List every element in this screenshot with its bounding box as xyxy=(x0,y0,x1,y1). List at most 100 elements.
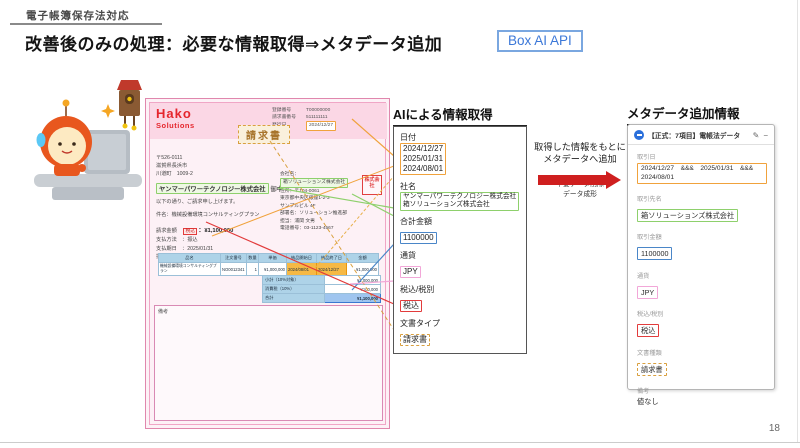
due-date-value: ：2025/01/31 xyxy=(182,245,214,252)
issuer-tel: 03-1123-4567 xyxy=(304,225,334,231)
field-value: 請求書 xyxy=(637,362,667,376)
field-value: JPY xyxy=(637,285,659,299)
field-value: 値なし xyxy=(637,397,659,407)
col-delivery-end: 納品終了日 xyxy=(316,253,347,263)
recipient-zip: 〒526-0111 xyxy=(156,155,183,161)
cell-item: 機械設備環境コンサルティングプラン xyxy=(158,262,221,276)
ai-tax-label: 税込/税別 xyxy=(400,285,435,295)
tag-underline xyxy=(10,23,162,25)
metadata-card-header: 【正式：7項目】電帳法データ ✎ − xyxy=(628,125,774,145)
metadata-field-amount: 取引金額 1100000 xyxy=(637,232,765,261)
field-label: 取引金額 xyxy=(637,234,662,242)
issuer-zip: 〒104-0061 xyxy=(294,188,320,194)
cell-qty: 1 xyxy=(246,262,259,276)
recipient-company-line: ヤンマーパワーテクノロジー株式会社 御中 xyxy=(156,183,283,194)
field-label: 備考 xyxy=(637,388,650,396)
cell-amount: ¥1,000,000 xyxy=(346,262,379,276)
col-delivery-start: 納品開始日 xyxy=(286,253,317,263)
ai-extraction-box: 日付 2024/12/27 2025/01/31 2024/08/01 社名 ヤ… xyxy=(393,126,527,354)
reg-number-value: T00000000 xyxy=(306,108,331,113)
field-label: 取引日 xyxy=(637,154,656,161)
ai-section-title: AIによる情報取得 xyxy=(393,104,527,127)
tax-included-badge: 税込 xyxy=(183,228,198,235)
metadata-field-doctype: 文書種類 請求書 xyxy=(637,348,765,377)
issuer-person-label: 担当： xyxy=(280,218,295,224)
remarks-box: 備考 xyxy=(154,305,383,421)
slide-bottom-border xyxy=(0,442,800,443)
field-label: 文書種類 xyxy=(637,349,662,357)
invoice-subject: 件名：機械設備環境コンサルティングプラン xyxy=(156,212,260,218)
metadata-fields: 取引日 2024/12/27 &&& 2025/01/31 &&& 2024/0… xyxy=(628,145,774,423)
recipient-company-name: ヤンマーパワーテクノロジー株式会社 xyxy=(156,183,269,194)
tax-total-label: 消費税（10%） xyxy=(262,284,325,294)
invoice-line-items-table: 品名 注文番号 数量 単価 納品開始日 納品終了日 金額 機械設備環境コンサルテ… xyxy=(158,253,379,276)
grand-total-label: 合計 xyxy=(262,293,325,303)
invoice-logo-sub: Solutions xyxy=(156,121,195,130)
slide-right-border xyxy=(797,0,798,442)
col-qty: 数量 xyxy=(246,253,259,263)
issuer-person: 浦関 文男 xyxy=(294,218,315,224)
invoice-logo: Hako xyxy=(156,106,192,121)
cell-delivery-start: 2024/08/01 xyxy=(286,262,317,276)
recipient-addr2: 川道町 1009-2 xyxy=(156,170,193,177)
slide-category-tag: 電子帳簿保存法対応 xyxy=(26,10,130,22)
grand-total-value: ¥1,100,000 xyxy=(324,293,381,303)
pay-method-value: ：振込 xyxy=(182,237,198,244)
issuer-addr2: サンプルビル 4F xyxy=(280,203,316,209)
transfer-note2: データ成形 xyxy=(563,190,597,198)
metadata-field-tax: 税込/税別 税込 xyxy=(637,309,765,338)
field-value: 1100000 xyxy=(637,247,673,261)
issuer-company-label: 会社名： xyxy=(280,172,300,177)
invoice-doc-title: 請求書 xyxy=(238,125,290,144)
cell-unit-price: ¥1,000,000 xyxy=(258,262,287,276)
invoice-document: Hako Solutions 登録番号 T00000000 請求書番号 511111… xyxy=(145,98,390,429)
tax-total-value: ¥100,000 xyxy=(324,284,381,294)
amount-label: 請求金額 xyxy=(156,228,177,234)
ai-date-1: 2024/12/27 xyxy=(403,144,444,153)
ai-date-3: 2024/08/01 xyxy=(403,164,444,173)
cell-order-no: NO0012341 xyxy=(220,262,247,276)
issuer-dept: ソリューション推進部 xyxy=(299,211,348,217)
invoice-number-value: 511111111 xyxy=(306,115,328,121)
recipient-address-block: 〒526-0111 滋賀県長浜市 川道町 1009-2 xyxy=(156,155,193,178)
ai-company-values: ヤンマーパワーテクノロジー株式会社 箱ソリューションズ株式会社 xyxy=(400,192,520,211)
ai-tax-value: 税込 xyxy=(400,300,422,313)
col-unit-price: 単価 xyxy=(258,253,287,263)
mascot-robot-illustration xyxy=(34,80,142,200)
field-value: 2024/12/27 &&& 2025/01/31 &&& 2024/08/01 xyxy=(637,163,767,185)
cuckoo-clock-icon xyxy=(117,80,142,131)
col-amount: 金額 xyxy=(346,253,379,263)
company-seal-icon: 株式会社 xyxy=(362,175,382,195)
issuer-addr1: 東京都中央区銀座1-2-3 xyxy=(280,196,330,202)
metadata-section-title: メタデータ追加情報 xyxy=(627,103,763,126)
pay-method-label: 支払方法 xyxy=(156,237,177,244)
slide: { "slide": { "tag": "電子帳簿保存法対応", "title"… xyxy=(0,0,800,448)
field-value: 箱ソリューションズ株式会社 xyxy=(637,208,739,222)
issuer-dept-label: 部署名： xyxy=(280,211,300,217)
box-ai-api-badge: Box AI API xyxy=(497,30,583,52)
ai-doctype-value: 請求書 xyxy=(400,334,430,347)
collapse-icon[interactable]: − xyxy=(763,131,768,140)
col-order-no: 注文番号 xyxy=(220,253,247,263)
recipient-addr1: 滋賀県長浜市 xyxy=(156,162,188,169)
ai-currency-value: JPY xyxy=(400,266,421,279)
ai-company-2: 箱ソリューションズ株式会社 xyxy=(403,201,490,209)
issuer-block: 会社名：箱ソリューションズ株式会社 住所：〒104-0061 東京都中央区銀座1… xyxy=(280,171,366,232)
cell-delivery-end: 2024/12/27 xyxy=(316,262,347,276)
field-label: 取引先名 xyxy=(637,195,662,203)
page-title: 改善後のみの処理：必要な情報取得⇒メタデータ追加 xyxy=(25,35,443,54)
metadata-card: 【正式：7項目】電帳法データ ✎ − 取引日 2024/12/27 &&& 20… xyxy=(627,124,775,406)
transfer-line2: メタデータへ追加 xyxy=(543,153,617,164)
amount-value: ：¥1,100,000 xyxy=(198,228,234,234)
edit-pencil-icon[interactable]: ✎ xyxy=(753,131,760,140)
field-value: 税込 xyxy=(637,324,660,338)
subtotal-row: 小計（10%対象） ¥1,000,000 xyxy=(262,275,381,285)
issuer-company-name: 箱ソリューションズ株式会社 xyxy=(280,178,349,188)
field-label: 税込/税別 xyxy=(637,311,664,319)
metadata-card-title: 【正式：7項目】電帳法データ xyxy=(648,133,741,140)
ai-currency-label: 通貨 xyxy=(400,251,416,261)
subtotal-value: ¥1,000,000 xyxy=(324,275,381,285)
metadata-template-icon xyxy=(634,130,644,140)
invoice-number-label: 請求書番号 xyxy=(272,115,296,121)
ai-total-label: 合計金額 xyxy=(400,217,432,227)
